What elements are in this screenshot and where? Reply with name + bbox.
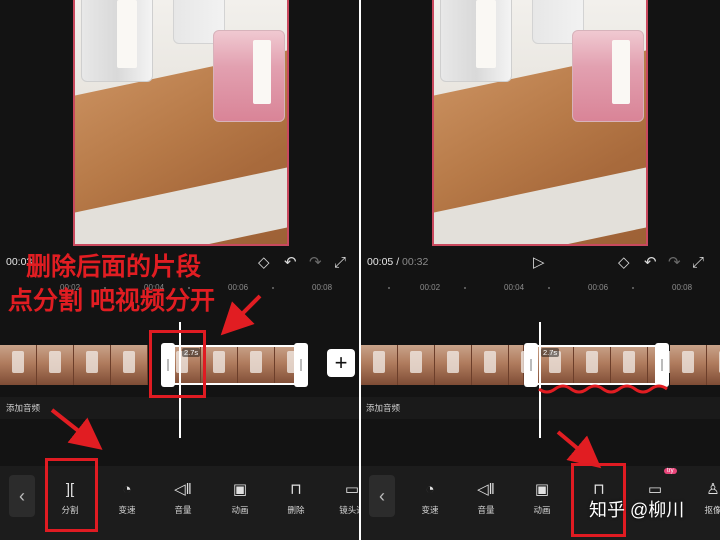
left-editor-panel: 00:03 ◇ ↶ ↷ ⤢ 00:02 00:04 00:06 00:08 2.… <box>0 0 359 540</box>
annotation-arrows <box>50 294 262 450</box>
annotation-marks <box>538 384 668 469</box>
right-editor-panel: 00:05 / 00:32 ▷ ◇ ↶ ↷ ⤢ 00:02 00:04 00:0… <box>361 0 720 540</box>
watermark-text: 知乎 @柳川 <box>589 500 685 520</box>
